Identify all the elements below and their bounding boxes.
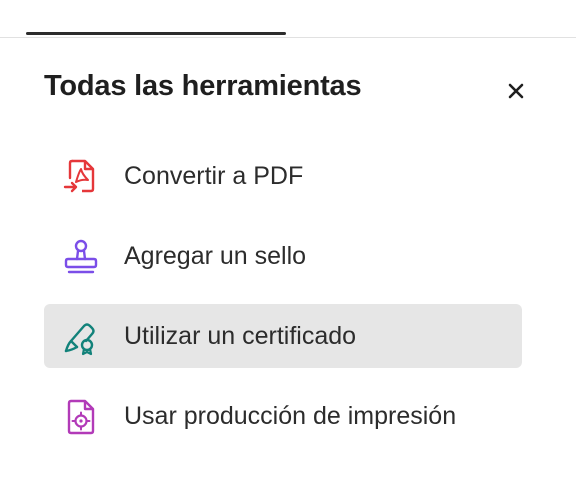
close-button[interactable] [500,75,532,107]
tool-use-certificate[interactable]: Utilizar un certificado [44,304,522,368]
tool-label: Convertir a PDF [124,161,304,190]
tool-label: Utilizar un certificado [124,321,357,350]
panel-title: Todas las herramientas [44,70,362,102]
tool-add-stamp[interactable]: Agregar un sello [44,224,522,288]
close-icon [508,83,524,99]
tool-label: Usar producción de impresión [124,401,457,430]
tool-convert-to-pdf[interactable]: Convertir a PDF [44,144,522,208]
top-tab-strip [0,0,576,38]
print-production-icon [67,399,95,435]
tool-print-production[interactable]: Usar producción de impresión [44,384,522,448]
tool-list: Convertir a PDF Agregar un sello Utiliza… [44,144,522,464]
certificate-icon [64,323,95,356]
tool-label: Agregar un sello [124,241,307,270]
active-tab-indicator [26,32,286,35]
convert-to-pdf-icon [63,159,95,193]
stamp-icon [64,239,98,274]
